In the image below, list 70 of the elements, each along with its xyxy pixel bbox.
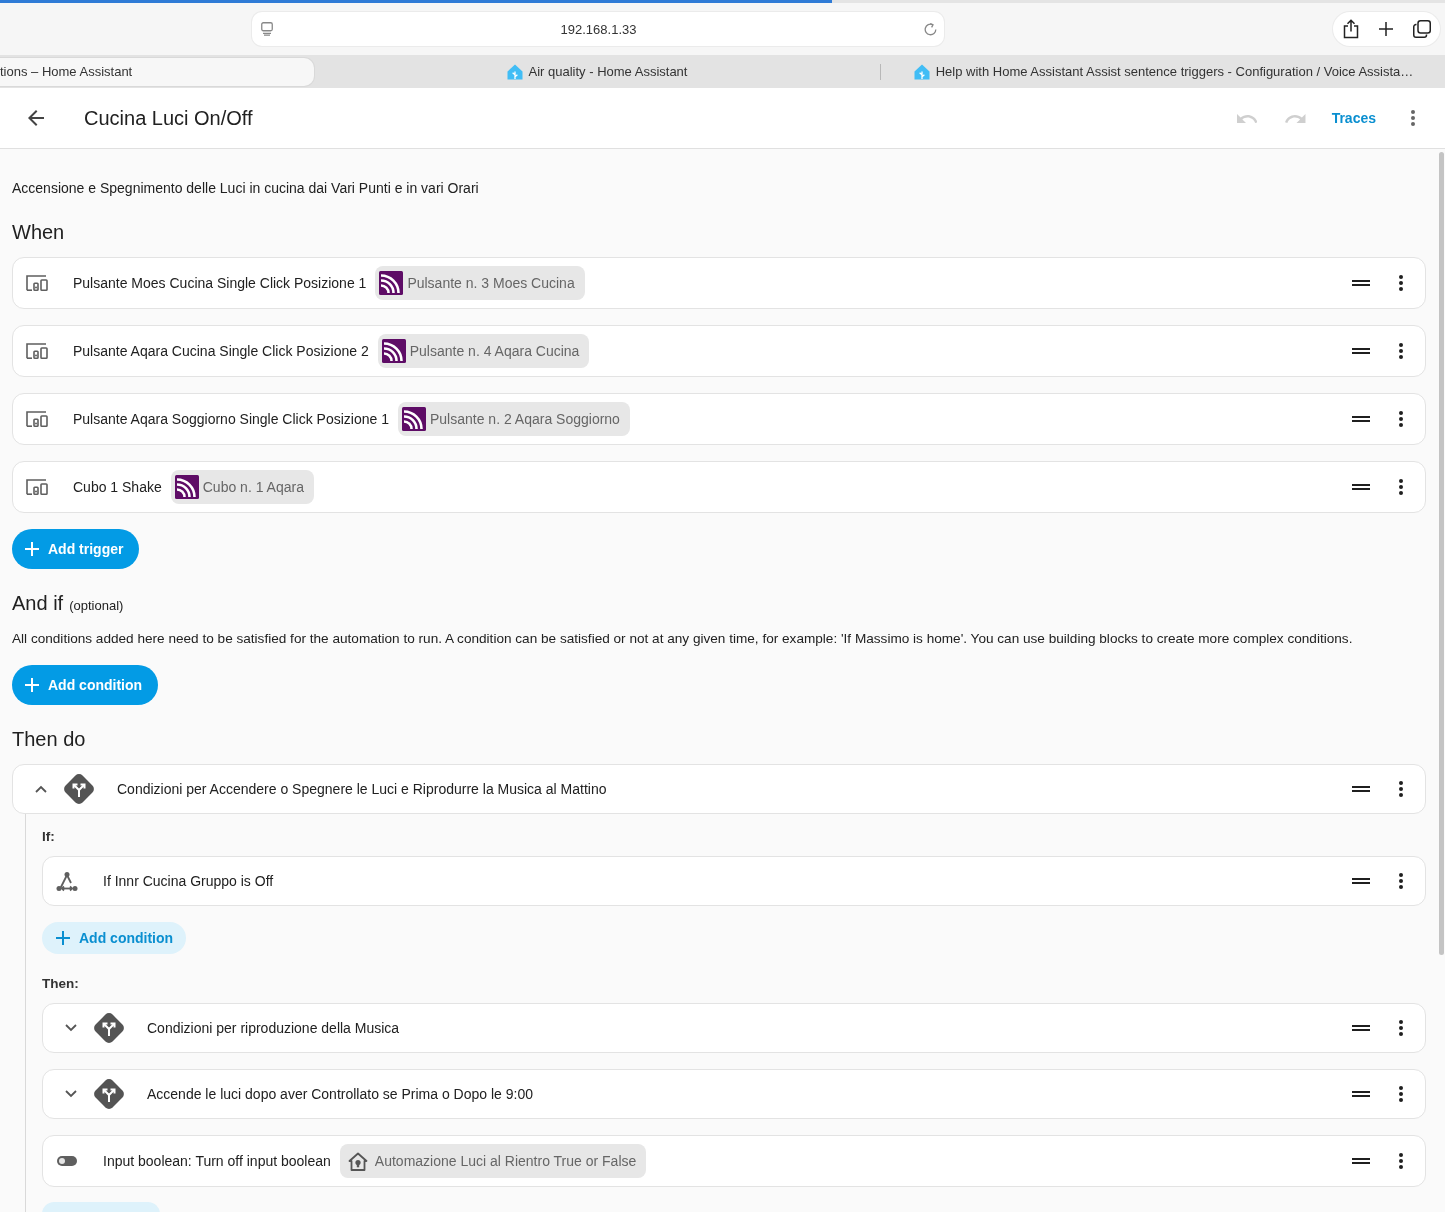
chip-label: Pulsante n. 2 Aqara Soggiorno — [430, 411, 620, 427]
back-arrow-icon[interactable] — [28, 110, 44, 126]
action-label: Accende le luci dopo aver Controllato se Prima o Dopo le 9:00 — [147, 1086, 533, 1102]
automation-title: Cucina Luci On/Off — [84, 106, 253, 130]
automation-description: Accensione e Spegnimento delle Luci in cucina dai Vari Punti e in vari Orari — [12, 179, 480, 198]
node-graph-icon — [56, 870, 78, 892]
address-field[interactable]: 192.168.1.33 — [252, 12, 944, 46]
if-label: If: — [42, 828, 56, 846]
action-label: Condizioni per Accendere o Spegnere le Luci e Riprodurre la Musica al Mattino — [117, 781, 607, 797]
chevron-down-icon[interactable] — [65, 1024, 77, 1032]
more-icon[interactable] — [1399, 1086, 1403, 1102]
chip-label: Pulsante n. 4 Aqara Cucina — [409, 343, 580, 359]
section-heading: Then do — [12, 727, 87, 752]
chip-label: Automazione Luci al Rientro True or False — [374, 1153, 637, 1169]
traces-button[interactable]: Traces — [1331, 110, 1376, 126]
more-icon[interactable] — [1399, 873, 1403, 889]
action-label: Condizioni per riproduzione della Musica — [147, 1020, 400, 1036]
plus-icon — [25, 678, 39, 692]
browser-tab[interactable]: tions – Home Assistant — [0, 57, 314, 86]
devices-icon — [26, 343, 48, 359]
house-bulb-icon — [347, 1151, 368, 1171]
signal-arcs-icon — [379, 271, 404, 295]
more-icon[interactable] — [1399, 411, 1403, 427]
more-icon[interactable] — [1399, 479, 1403, 495]
drag-handle-icon[interactable] — [1352, 1091, 1370, 1097]
signal-arcs-icon — [381, 339, 406, 363]
conditions-help-text: All conditions added here need to be satisfied for the automation to run. A condition can be satisfied or not at any given time, for example: 'If Massimo is home'. You can use building blocks to create more complex conditions. — [12, 630, 1354, 648]
chevron-down-icon[interactable] — [65, 1090, 77, 1098]
drag-handle-icon[interactable] — [1352, 280, 1370, 286]
more-icon[interactable] — [1399, 1020, 1403, 1036]
devices-icon — [26, 411, 48, 427]
drag-handle-icon[interactable] — [1352, 348, 1370, 354]
trigger-label: Pulsante Aqara Cucina Single Click Posizione 2 — [73, 343, 369, 359]
chip-label: Cubo n. 1 Aqara — [202, 479, 304, 495]
drag-handle-icon[interactable] — [1352, 1158, 1370, 1164]
chip-label: Pulsante n. 3 Moes Cucina — [407, 275, 575, 291]
then-label: Then: — [42, 975, 80, 993]
share-icon[interactable] — [1343, 19, 1359, 39]
trigger-label: Cubo 1 Shake — [73, 479, 162, 495]
drag-handle-icon[interactable] — [1352, 416, 1370, 422]
more-icon[interactable] — [1399, 1153, 1403, 1169]
section-heading: When — [12, 220, 66, 245]
drag-handle-icon[interactable] — [1352, 786, 1370, 792]
browser-tab[interactable]: Help with Home Assistant Assist sentence triggers - Configuration / Voice Assista… — [881, 57, 1445, 86]
more-icon[interactable] — [1399, 781, 1403, 797]
devices-icon — [26, 479, 48, 495]
plus-icon — [56, 931, 70, 945]
page-icon — [261, 22, 273, 36]
signal-arcs-icon — [402, 407, 426, 431]
section-heading: And if — [12, 591, 64, 616]
trigger-label: Pulsante Moes Cucina Single Click Posizione 1 — [73, 275, 367, 291]
toggle-off-icon — [57, 1156, 77, 1166]
plus-icon — [25, 542, 39, 556]
more-icon[interactable] — [1399, 343, 1403, 359]
optional-hint: (optional) — [69, 598, 124, 613]
action-label: Input boolean: Turn off input boolean — [103, 1153, 331, 1169]
drag-handle-icon[interactable] — [1352, 1025, 1370, 1031]
drag-handle-icon[interactable] — [1352, 878, 1370, 884]
tabs-icon[interactable] — [1413, 20, 1431, 38]
browser-tab[interactable]: Air quality - Home Assistant — [314, 57, 880, 86]
plus-icon[interactable] — [1379, 22, 1393, 36]
trigger-label: Pulsante Aqara Soggiorno Single Click Posizione 1 — [73, 411, 389, 427]
signal-arcs-icon — [174, 475, 199, 499]
chevron-up-icon[interactable] — [35, 785, 47, 793]
scrollbar-thumb[interactable] — [1439, 152, 1444, 955]
condition-label: If Innr Cucina Gruppo is Off — [103, 873, 274, 889]
drag-handle-icon[interactable] — [1352, 484, 1370, 490]
reload-icon[interactable] — [924, 22, 937, 36]
devices-icon — [26, 275, 48, 291]
more-icon[interactable] — [1399, 275, 1403, 291]
